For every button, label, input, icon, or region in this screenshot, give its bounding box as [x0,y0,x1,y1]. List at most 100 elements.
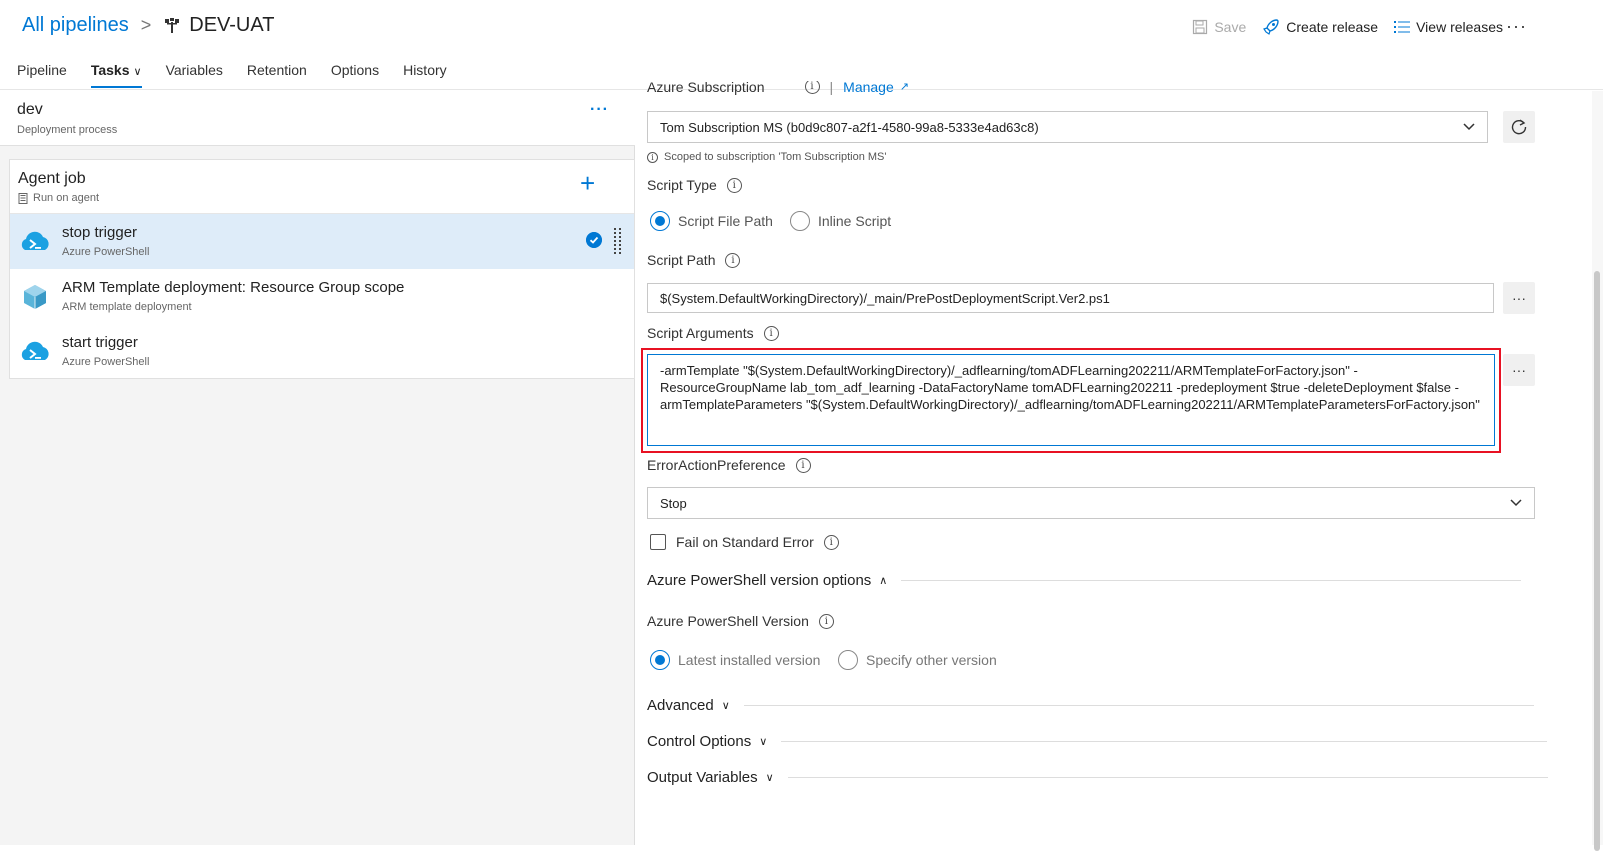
task-row-stop-trigger[interactable]: stop trigger Azure PowerShell [10,214,634,269]
refresh-button[interactable] [1503,111,1535,143]
script-arguments-label-text: Script Arguments [647,325,754,341]
rocket-icon [1263,19,1279,35]
output-variables-section[interactable]: Output Variables ∨ [647,769,1548,786]
tab-retention[interactable]: Retention [247,62,307,88]
tab-bar: Pipeline Tasks ∨ Variables Retention Opti… [17,62,471,88]
view-releases-label: View releases [1416,19,1503,35]
agent-job-subtitle: Run on agent [18,192,99,204]
fail-on-stderr-label: Fail on Standard Error [676,534,814,550]
create-release-button[interactable]: Create release [1262,18,1378,36]
error-action-preference-value: Stop [660,495,687,511]
tab-variables-label: Variables [165,62,223,78]
info-icon[interactable]: i [818,613,834,629]
task-subtitle: Azure PowerShell [62,356,150,368]
tab-pipeline-label: Pipeline [17,62,67,78]
azure-subscription-dropdown[interactable]: Tom Subscription MS (b0d9c807-a2f1-4580-… [647,111,1488,143]
save-button[interactable]: Save [1192,19,1246,35]
list-icon [1394,21,1411,33]
all-pipelines-link[interactable]: All pipelines [22,14,129,37]
tab-history-label: History [403,62,447,78]
more-actions-button[interactable]: ··· [1506,16,1527,37]
stage-subtitle: Deployment process [17,124,118,136]
tab-options[interactable]: Options [331,62,379,88]
chevron-right-icon: > [140,15,152,35]
tab-tasks[interactable]: Tasks ∨ [90,62,142,88]
scrollbar-thumb[interactable] [1594,271,1600,851]
checkbox-box [650,534,666,550]
radio-selected-icon [650,650,670,670]
error-action-preference-dropdown[interactable]: Stop [647,487,1535,519]
section-divider [743,705,1534,706]
scoped-note: i Scoped to subscription 'Tom Subscripti… [647,151,886,163]
script-arguments-label: Script Arguments i [647,325,779,341]
advanced-section[interactable]: Advanced ∨ [647,697,1534,714]
script-path-input[interactable]: $(System.DefaultWorkingDirectory)/_main/… [647,283,1494,313]
drag-handle-icon[interactable] [614,228,622,254]
task-subtitle: ARM template deployment [62,301,192,313]
chevron-down-icon: ∨ [759,736,768,748]
info-icon[interactable]: i [804,81,820,94]
task-name: stop trigger [62,224,138,241]
properties-scrollbar[interactable] [1592,91,1603,851]
radio-selected-icon [650,211,670,231]
task-row-arm-template[interactable]: ARM Template deployment: Resource Group … [10,269,634,324]
radio-label: Specify other version [866,652,997,668]
radio-specify-other-version[interactable]: Specify other version [838,650,997,670]
script-arguments-more-button[interactable]: ··· [1503,354,1535,386]
manage-link[interactable]: Manage [843,81,894,95]
ps-version-label: Azure PowerShell Version i [647,613,834,629]
breadcrumb: All pipelines > DEV-UAT [22,14,274,37]
section-divider [787,777,1548,778]
azure-subscription-value: Tom Subscription MS (b0d9c807-a2f1-4580-… [660,119,1039,135]
chevron-down-icon [1463,123,1475,131]
script-arguments-textarea[interactable]: -armTemplate "$(System.DefaultWorkingDir… [647,354,1495,446]
azure-powershell-icon [21,231,49,250]
save-label: Save [1214,19,1247,35]
tab-tasks-label: Tasks [90,62,130,78]
scoped-note-text: Scoped to subscription 'Tom Subscription… [664,151,887,163]
view-releases-button[interactable]: View releases [1394,19,1503,35]
task-properties-panel: Azure Subscription i | Manage ↗ Tom Subs… [636,81,1603,845]
radio-label: Script File Path [678,213,773,229]
tab-variables[interactable]: Variables [166,62,223,88]
radio-inline-script[interactable]: Inline Script [790,211,891,231]
browse-script-path-button[interactable]: ··· [1503,282,1535,314]
release-pipeline-icon [165,17,180,33]
check-icon[interactable] [586,232,602,248]
info-icon[interactable]: i [763,325,779,341]
info-icon[interactable]: i [726,177,742,193]
script-path-value: $(System.DefaultWorkingDirectory)/_main/… [660,290,1110,306]
agent-job-subtitle-text: Run on agent [33,192,100,204]
section-title: Control Options [647,733,752,750]
task-row-start-trigger[interactable]: start trigger Azure PowerShell [10,324,634,379]
radio-script-file-path[interactable]: Script File Path [650,211,773,231]
script-type-label-text: Script Type [647,177,717,193]
agent-job-header[interactable]: Agent job Run on agent + [10,160,634,214]
azure-subscription-label: Azure Subscription i | Manage ↗ [647,81,909,98]
fail-on-stderr-checkbox[interactable]: Fail on Standard Error i [650,534,839,550]
pipeline-title: DEV-UAT [189,14,275,36]
control-options-section[interactable]: Control Options ∨ [647,733,1548,750]
create-release-label: Create release [1286,19,1379,35]
info-icon[interactable]: i [795,457,811,473]
stage-name: dev [17,101,43,118]
task-name: ARM Template deployment: Resource Group … [62,279,405,296]
external-link-icon: ↗ [899,81,909,93]
chevron-down-icon: ∨ [765,772,774,784]
stage-header[interactable]: dev Deployment process ··· [0,91,635,146]
ps-version-options-section[interactable]: Azure PowerShell version options ∧ [647,572,1522,589]
tab-retention-label: Retention [246,62,307,78]
tab-pipeline[interactable]: Pipeline [17,62,67,88]
stage-more-button[interactable]: ··· [590,101,609,119]
radio-label: Latest installed version [678,652,821,668]
section-title: Azure PowerShell version options [647,572,872,589]
add-task-button[interactable]: + [580,170,595,196]
ps-version-label-text: Azure PowerShell Version [647,613,809,629]
task-subtitle: Azure PowerShell [62,246,150,258]
info-icon[interactable]: i [823,534,839,550]
radio-latest-installed-version[interactable]: Latest installed version [650,650,820,670]
section-title: Output Variables [647,769,758,786]
info-icon[interactable]: i [725,252,741,268]
radio-unselected-icon [790,211,810,231]
tab-history[interactable]: History [403,62,447,88]
